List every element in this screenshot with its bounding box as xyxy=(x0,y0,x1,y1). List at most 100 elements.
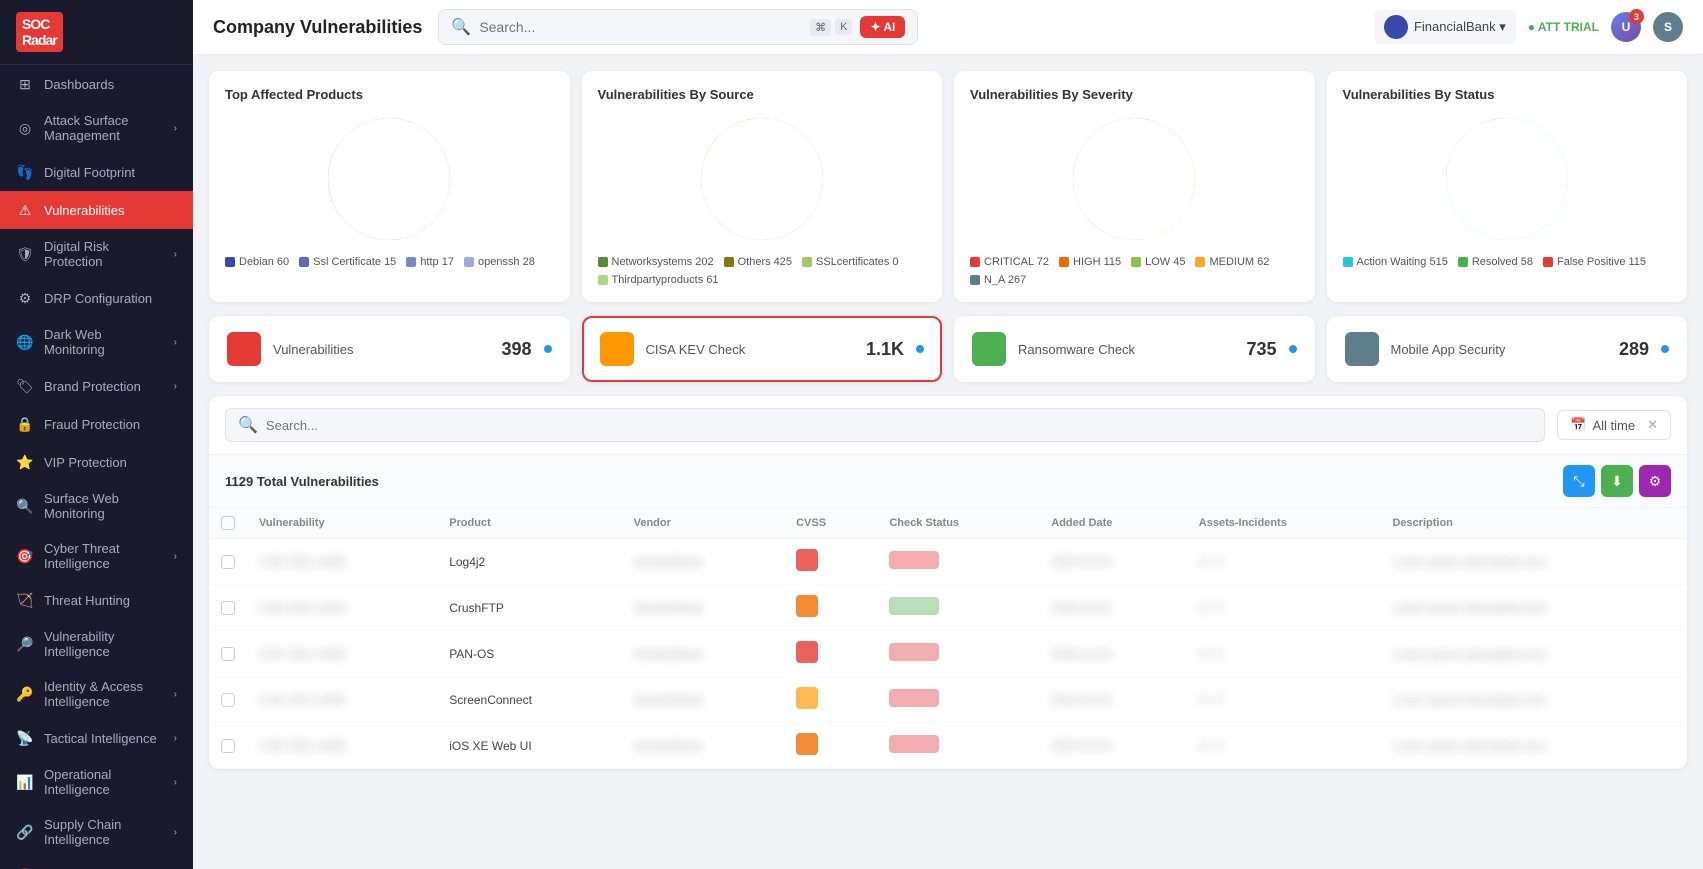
sidebar-item-fraud-protection[interactable]: 🔒 Fraud Protection xyxy=(0,405,193,443)
sidebar-item-operational-intel[interactable]: 📊 Operational Intelligence › xyxy=(0,757,193,807)
chevron-icon: › xyxy=(174,123,177,134)
chart-by-status-legend: Action Waiting 515 Resolved 58 False Pos… xyxy=(1343,256,1672,268)
stat-card-ransomware[interactable]: Ransomware Check 735 xyxy=(954,316,1315,382)
date-filter[interactable]: 📅 All time ✕ xyxy=(1557,410,1671,440)
product-cell: ScreenConnect xyxy=(437,677,621,723)
legend-dot xyxy=(1195,257,1205,267)
cve-link[interactable]: CVE-2021-4428 xyxy=(259,739,345,753)
check-status-cell xyxy=(877,631,1039,677)
kbd-hint: ⌘ K xyxy=(810,19,852,36)
sidebar-item-threat-hunting[interactable]: 🏹 Threat Hunting xyxy=(0,581,193,619)
sidebar-item-supply-chain[interactable]: 🔗 Supply Chain Intelligence › xyxy=(0,807,193,857)
tactical-icon: 📡 xyxy=(16,729,34,747)
ai-button[interactable]: ✦ AI xyxy=(860,16,905,38)
table-header-row: 1129 Total Vulnerabilities ⤡ ⬇ ⚙ xyxy=(209,455,1687,508)
topbar: Company Vulnerabilities 🔍 ⌘ K ✦ AI Finan… xyxy=(193,0,1703,55)
stat-mobile-value: 289 xyxy=(1619,339,1649,360)
vuln-intel-icon: 🔎 xyxy=(16,635,34,653)
select-all-checkbox[interactable] xyxy=(221,516,235,530)
chevron-icon: › xyxy=(174,249,177,260)
description-cell: Lorem ipsum description text xyxy=(1380,585,1687,631)
stat-card-vulnerabilities[interactable]: Vulnerabilities 398 xyxy=(209,316,570,382)
chart-by-severity: Vulnerabilities By Severity CRITICAL xyxy=(954,71,1315,302)
chart-by-severity-legend: CRITICAL 72 HIGH 115 LOW 45 MEDIUM 62 xyxy=(970,256,1299,286)
sidebar-item-vip-protection[interactable]: ⭐ VIP Protection xyxy=(0,443,193,481)
cve-link[interactable]: CVE-2021-4428 xyxy=(259,647,345,661)
legend-item: Others 425 xyxy=(724,256,792,268)
chart-by-status: Vulnerabilities By Status Action Waiting… xyxy=(1327,71,1688,302)
settings-button[interactable]: ⚙ xyxy=(1639,465,1671,497)
sidebar-item-dark-web[interactable]: 🌐 Dark Web Monitoring › xyxy=(0,317,193,367)
sidebar-item-surface-web[interactable]: 🔍 Surface Web Monitoring xyxy=(0,481,193,531)
kbd-k: K xyxy=(835,19,852,35)
user-menu[interactable]: S xyxy=(1653,12,1683,42)
sidebar: SOCRadar ⊞ Dashboards ◎ Attack Surface M… xyxy=(0,0,193,869)
stat-card-cisa-kev[interactable]: CISA KEV Check 1.1K xyxy=(582,316,943,382)
sidebar-item-incidents[interactable]: 🚨 Incidents › xyxy=(0,857,193,869)
legend-label: Thirdpartyproducts 61 xyxy=(612,274,719,286)
assets-incidents-cell: X / Y xyxy=(1187,585,1381,631)
sidebar-item-brand-protection[interactable]: 🏷 Brand Protection › xyxy=(0,367,193,405)
sidebar-item-attack-surface[interactable]: ◎ Attack Surface Management › xyxy=(0,103,193,153)
sidebar-item-label: Vulnerabilities xyxy=(44,203,124,218)
sidebar-item-cyber-threat[interactable]: 🎯 Cyber Threat Intelligence › xyxy=(0,531,193,581)
sidebar-item-tactical-intel[interactable]: 📡 Tactical Intelligence › xyxy=(0,719,193,757)
cvss-cell xyxy=(784,723,877,769)
sidebar-item-digital-footprint[interactable]: 👣 Digital Footprint xyxy=(0,153,193,191)
search-input[interactable] xyxy=(479,19,802,35)
filter-button[interactable]: ⤡ xyxy=(1563,465,1595,497)
calendar-icon: 📅 xyxy=(1570,417,1586,433)
sidebar-item-digital-risk[interactable]: 🛡 Digital Risk Protection › xyxy=(0,229,193,279)
row-checkbox[interactable] xyxy=(221,693,235,707)
sidebar-item-label: DRP Configuration xyxy=(44,291,152,306)
legend-item: MEDIUM 62 xyxy=(1195,256,1269,268)
legend-item: openssh 28 xyxy=(464,256,535,268)
stat-mobile-label: Mobile App Security xyxy=(1391,342,1607,357)
row-checkbox[interactable] xyxy=(221,555,235,569)
sidebar-item-label: Vulnerability Intelligence xyxy=(44,629,177,659)
sidebar-item-label: Attack Surface Management xyxy=(44,113,164,143)
avatar[interactable]: 3 U xyxy=(1611,12,1641,42)
legend-dot xyxy=(225,257,235,267)
company-name: FinancialBank ▾ xyxy=(1414,19,1506,35)
operational-icon: 📊 xyxy=(16,773,34,791)
assets-incidents-cell: X / Y xyxy=(1187,723,1381,769)
sidebar-item-vulnerabilities[interactable]: ⚠ Vulnerabilities xyxy=(0,191,193,229)
close-icon[interactable]: ✕ xyxy=(1647,417,1658,433)
identity-icon: 🔑 xyxy=(16,685,34,703)
company-selector[interactable]: FinancialBank ▾ xyxy=(1374,10,1516,44)
row-checkbox[interactable] xyxy=(221,647,235,661)
sidebar-item-identity-access[interactable]: 🔑 Identity & Access Intelligence › xyxy=(0,669,193,719)
cve-link[interactable]: CVE-2021-4428 xyxy=(259,693,345,707)
legend-dot xyxy=(1343,257,1353,267)
legend-item: Ssl Certificate 15 xyxy=(299,256,396,268)
legend-label: http 17 xyxy=(420,256,454,268)
chevron-icon: › xyxy=(174,381,177,392)
legend-item: Networksystems 202 xyxy=(598,256,714,268)
row-checkbox[interactable] xyxy=(221,601,235,615)
sidebar-item-label: Dark Web Monitoring xyxy=(44,327,164,357)
legend-dot xyxy=(970,275,980,285)
added-date-cell: 2024-01-01 xyxy=(1039,723,1187,769)
stat-card-mobile-app[interactable]: Mobile App Security 289 xyxy=(1327,316,1688,382)
cve-link[interactable]: CVE-2021-4428 xyxy=(259,601,345,615)
fraud-icon: 🔒 xyxy=(16,415,34,433)
legend-dot xyxy=(1458,257,1468,267)
vendor-cell: VendorName xyxy=(622,585,785,631)
row-checkbox[interactable] xyxy=(221,739,235,753)
table-search-input[interactable] xyxy=(266,418,1532,433)
download-button[interactable]: ⬇ xyxy=(1601,465,1633,497)
table-action-buttons: ⤡ ⬇ ⚙ xyxy=(1563,465,1671,497)
product-cell: iOS XE Web UI xyxy=(437,723,621,769)
chevron-icon: › xyxy=(174,551,177,562)
sidebar-item-vuln-intel[interactable]: 🔎 Vulnerability Intelligence xyxy=(0,619,193,669)
legend-dot xyxy=(598,257,608,267)
legend-dot xyxy=(598,275,608,285)
sidebar-item-drp-config[interactable]: ⚙ DRP Configuration xyxy=(0,279,193,317)
sidebar-item-label: Identity & Access Intelligence xyxy=(44,679,164,709)
chart-by-severity-title: Vulnerabilities By Severity xyxy=(970,87,1299,102)
cve-link[interactable]: CVE-2021-4428 xyxy=(259,555,345,569)
legend-label: HIGH 115 xyxy=(1073,256,1121,268)
company-avatar xyxy=(1384,15,1408,39)
sidebar-item-dashboards[interactable]: ⊞ Dashboards xyxy=(0,65,193,103)
